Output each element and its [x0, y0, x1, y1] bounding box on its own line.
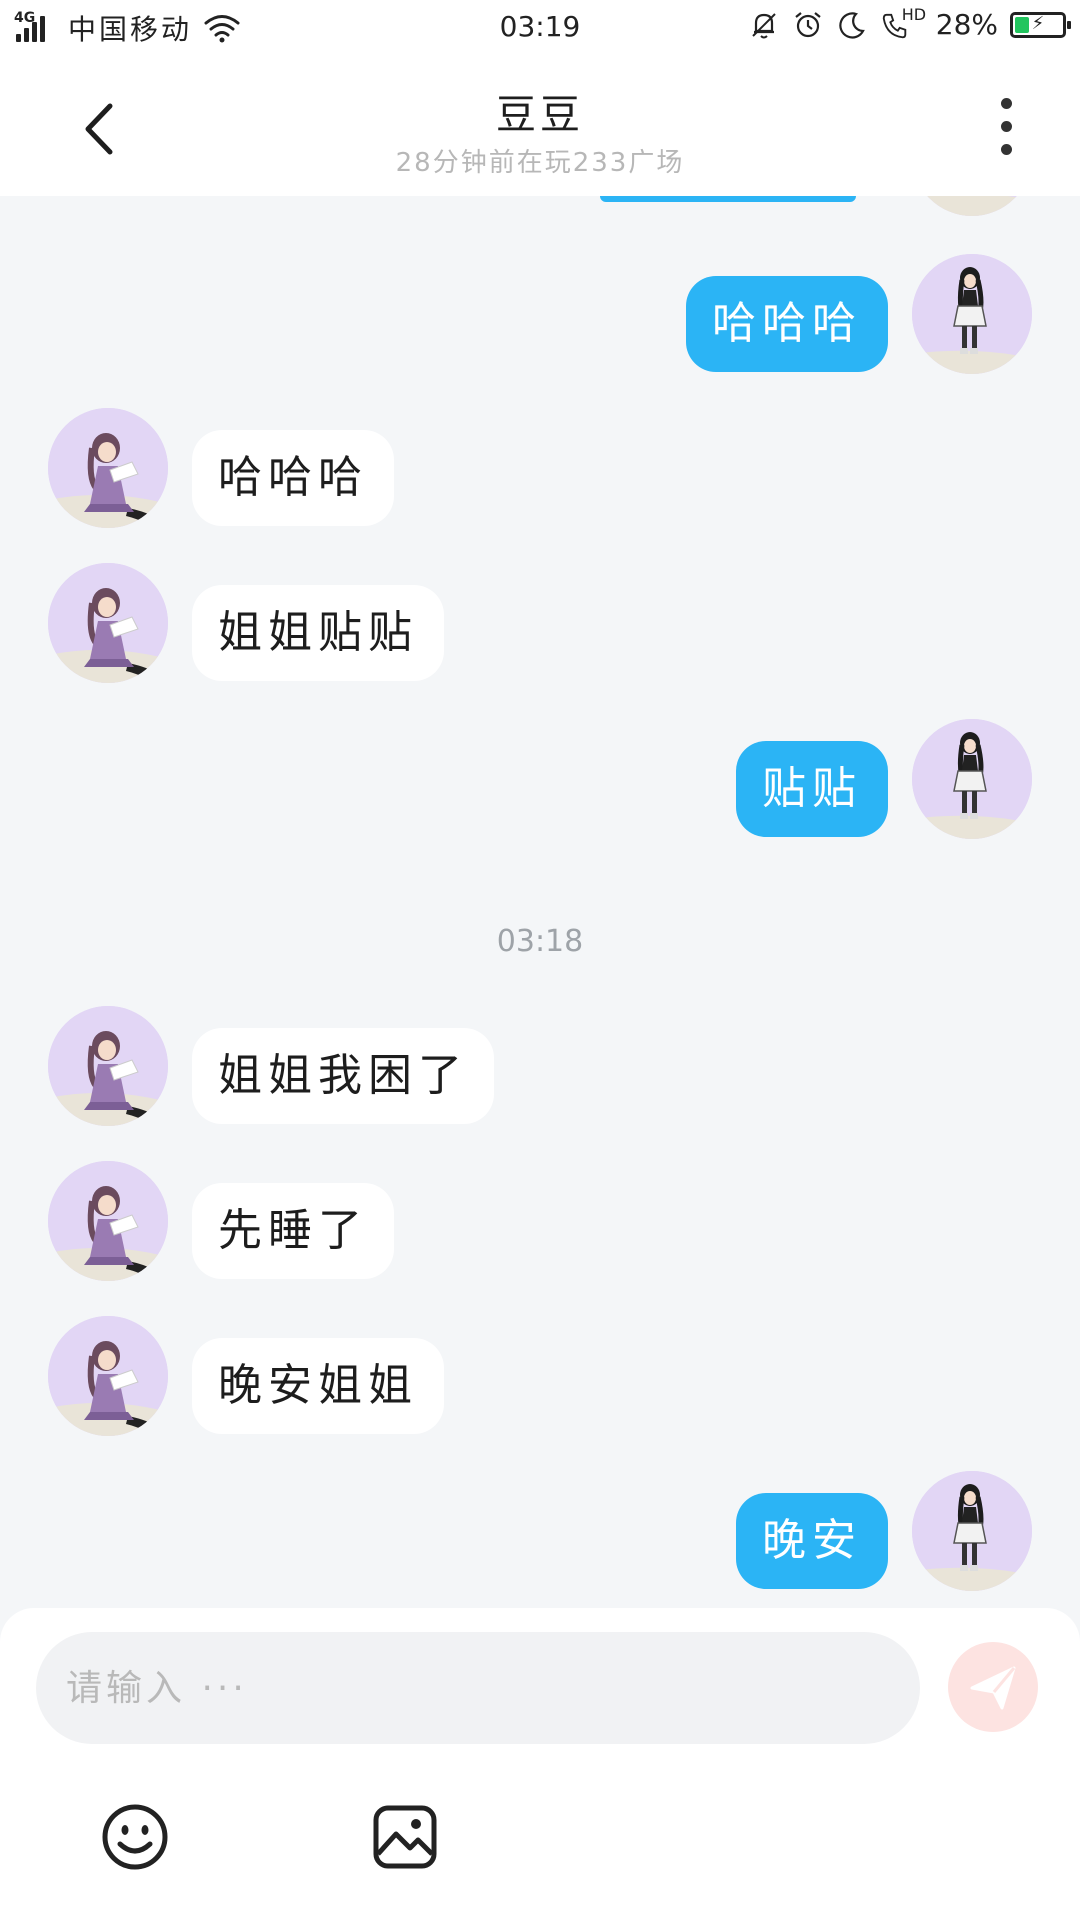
message-bubble-incoming[interactable]: 姐姐贴贴	[192, 585, 444, 681]
more-options-button[interactable]	[994, 98, 1018, 162]
message-row: 晚安姐姐	[0, 1316, 1080, 1436]
message-bubble-incoming[interactable]: 哈哈哈	[192, 430, 394, 526]
time-separator: 03:18	[496, 924, 584, 959]
send-button[interactable]	[948, 1642, 1038, 1732]
message-bubble-incoming[interactable]: 姐姐我困了	[192, 1028, 494, 1124]
message-bubble-incoming[interactable]: 先睡了	[192, 1183, 394, 1279]
contact-avatar[interactable]	[48, 408, 168, 528]
contact-avatar[interactable]	[48, 1316, 168, 1436]
message-row: 姐姐我困了	[0, 1006, 1080, 1126]
message-row: 哈哈哈	[0, 408, 1080, 528]
contact-avatar[interactable]	[48, 1161, 168, 1281]
my-avatar[interactable]	[912, 719, 1032, 839]
message-bubble-outgoing[interactable]: 贴贴	[736, 741, 888, 837]
message-input[interactable]	[36, 1632, 920, 1744]
message-bubble-outgoing[interactable]: 晚安	[736, 1493, 888, 1589]
chat-screen: 4G 中国移动 03:19 HD 28% ⚡ 豆豆 28分钟前在玩233广场 哈…	[0, 0, 1080, 1920]
message-bubble-incoming[interactable]: 晚安姐姐	[192, 1338, 444, 1434]
emoji-button[interactable]	[100, 1802, 170, 1872]
my-avatar[interactable]	[912, 254, 1032, 374]
battery-percent: 28%	[935, 8, 998, 41]
message-row: 哈哈哈	[0, 254, 1080, 374]
hd-call-icon: HD	[880, 5, 926, 41]
battery-icon: ⚡	[1010, 11, 1071, 38]
emoji-icon	[102, 1804, 168, 1870]
contact-avatar[interactable]	[48, 1006, 168, 1126]
my-avatar[interactable]	[912, 196, 1032, 216]
chat-header: 豆豆 28分钟前在玩233广场	[0, 54, 1080, 196]
contact-status: 28分钟前在玩233广场	[395, 148, 685, 178]
image-icon	[373, 1805, 437, 1869]
contact-name: 豆豆	[496, 92, 584, 138]
message-bubble-outgoing[interactable]: 哈哈哈	[686, 276, 888, 372]
status-right: HD 28% ⚡	[748, 5, 1071, 41]
status-bar: 4G 中国移动 03:19 HD 28% ⚡	[0, 0, 1080, 54]
bell-muted-icon	[752, 12, 776, 38]
message-list[interactable]: 哈哈哈 哈哈哈 姐姐贴贴 贴贴 03:18 姐姐我困了 先睡了 晚安姐姐 晚安	[0, 196, 1080, 1608]
message-row: 先睡了	[0, 1161, 1080, 1281]
message-composer	[0, 1608, 1080, 1920]
message-row: 晚安	[0, 1471, 1080, 1591]
previous-message-edge	[600, 196, 856, 202]
send-icon	[970, 1666, 1016, 1710]
more-vertical-icon	[1000, 98, 1012, 109]
message-row: 贴贴	[0, 719, 1080, 839]
moon-icon	[839, 11, 865, 38]
image-button[interactable]	[370, 1802, 440, 1872]
contact-avatar[interactable]	[48, 563, 168, 683]
hd-label: HD	[901, 4, 927, 24]
alarm-icon	[795, 11, 821, 37]
message-row: 姐姐贴贴	[0, 563, 1080, 683]
my-avatar[interactable]	[912, 1471, 1032, 1591]
